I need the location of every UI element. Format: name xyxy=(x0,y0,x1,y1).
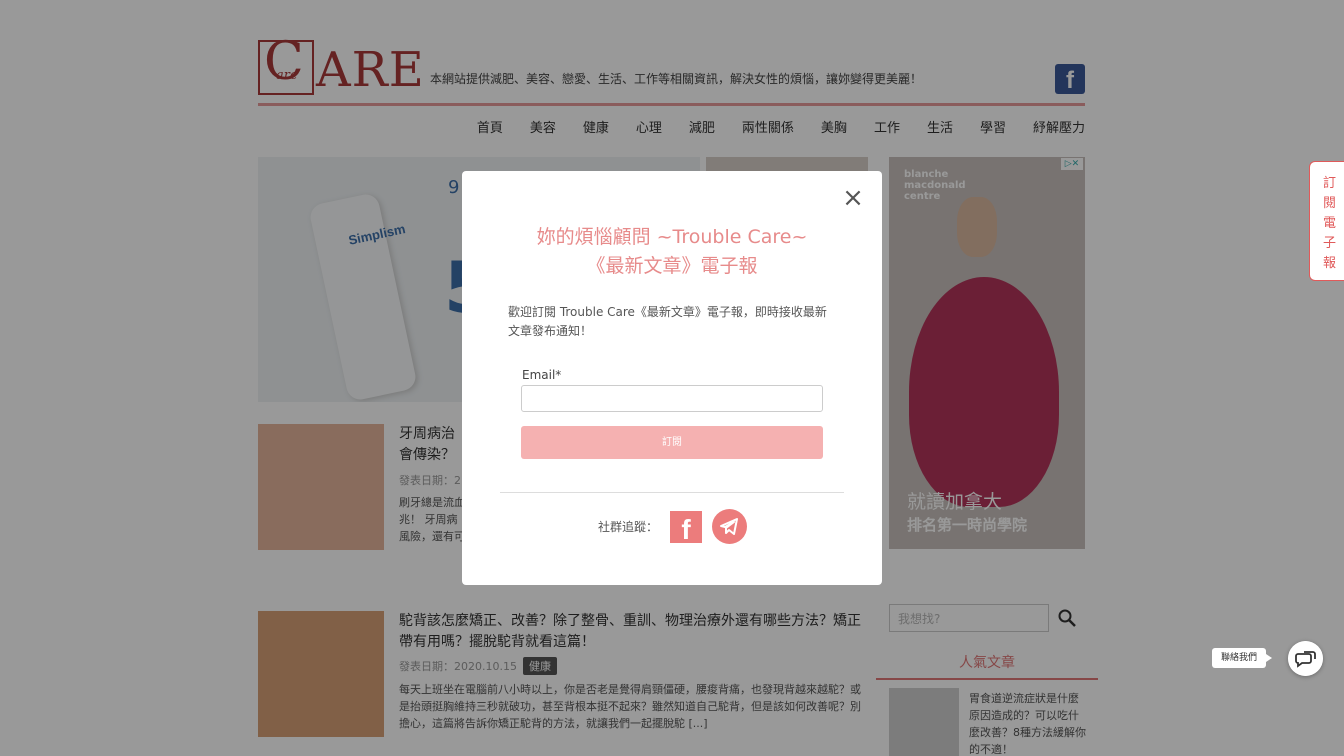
modal-description: 歡迎訂閱 Trouble Care《最新文章》電子報，即時接收最新文章發布通知！ xyxy=(508,305,827,338)
subscribe-side-tab-char: 子 xyxy=(1322,236,1336,251)
subscribe-side-tab[interactable]: 訂閱電子報 xyxy=(1309,161,1344,281)
chat-icon[interactable] xyxy=(1288,641,1323,676)
subscribe-side-tab-char: 電 xyxy=(1322,216,1336,231)
subscribe-side-tab-char: 報 xyxy=(1322,256,1336,271)
modal-title-line1: 妳的煩惱顧問 ~Trouble Care~ xyxy=(536,226,808,248)
email-field[interactable] xyxy=(521,385,823,412)
close-icon[interactable]: × xyxy=(842,185,864,211)
contact-tooltip: 聯絡我們 xyxy=(1212,648,1272,668)
modal-title: 妳的煩惱顧問 ~Trouble Care~ 《最新文章》電子報 xyxy=(462,223,882,281)
email-label: Email* xyxy=(522,368,562,382)
subscribe-side-tab-label: 訂閱電子報 xyxy=(1310,174,1344,274)
social-label: 社群追蹤： xyxy=(598,520,659,534)
subscribe-side-tab-char: 閱 xyxy=(1322,196,1336,211)
telegram-icon[interactable] xyxy=(712,509,747,544)
facebook-icon[interactable]: f xyxy=(670,511,702,545)
newsletter-modal: × 妳的煩惱顧問 ~Trouble Care~ 《最新文章》電子報 歡迎訂閱 T… xyxy=(462,171,882,585)
subscribe-button[interactable]: 訂閱 xyxy=(521,426,823,459)
divider xyxy=(500,492,844,493)
modal-title-line2: 《最新文章》電子報 xyxy=(586,255,758,277)
subscribe-side-tab-char: 訂 xyxy=(1322,176,1336,191)
